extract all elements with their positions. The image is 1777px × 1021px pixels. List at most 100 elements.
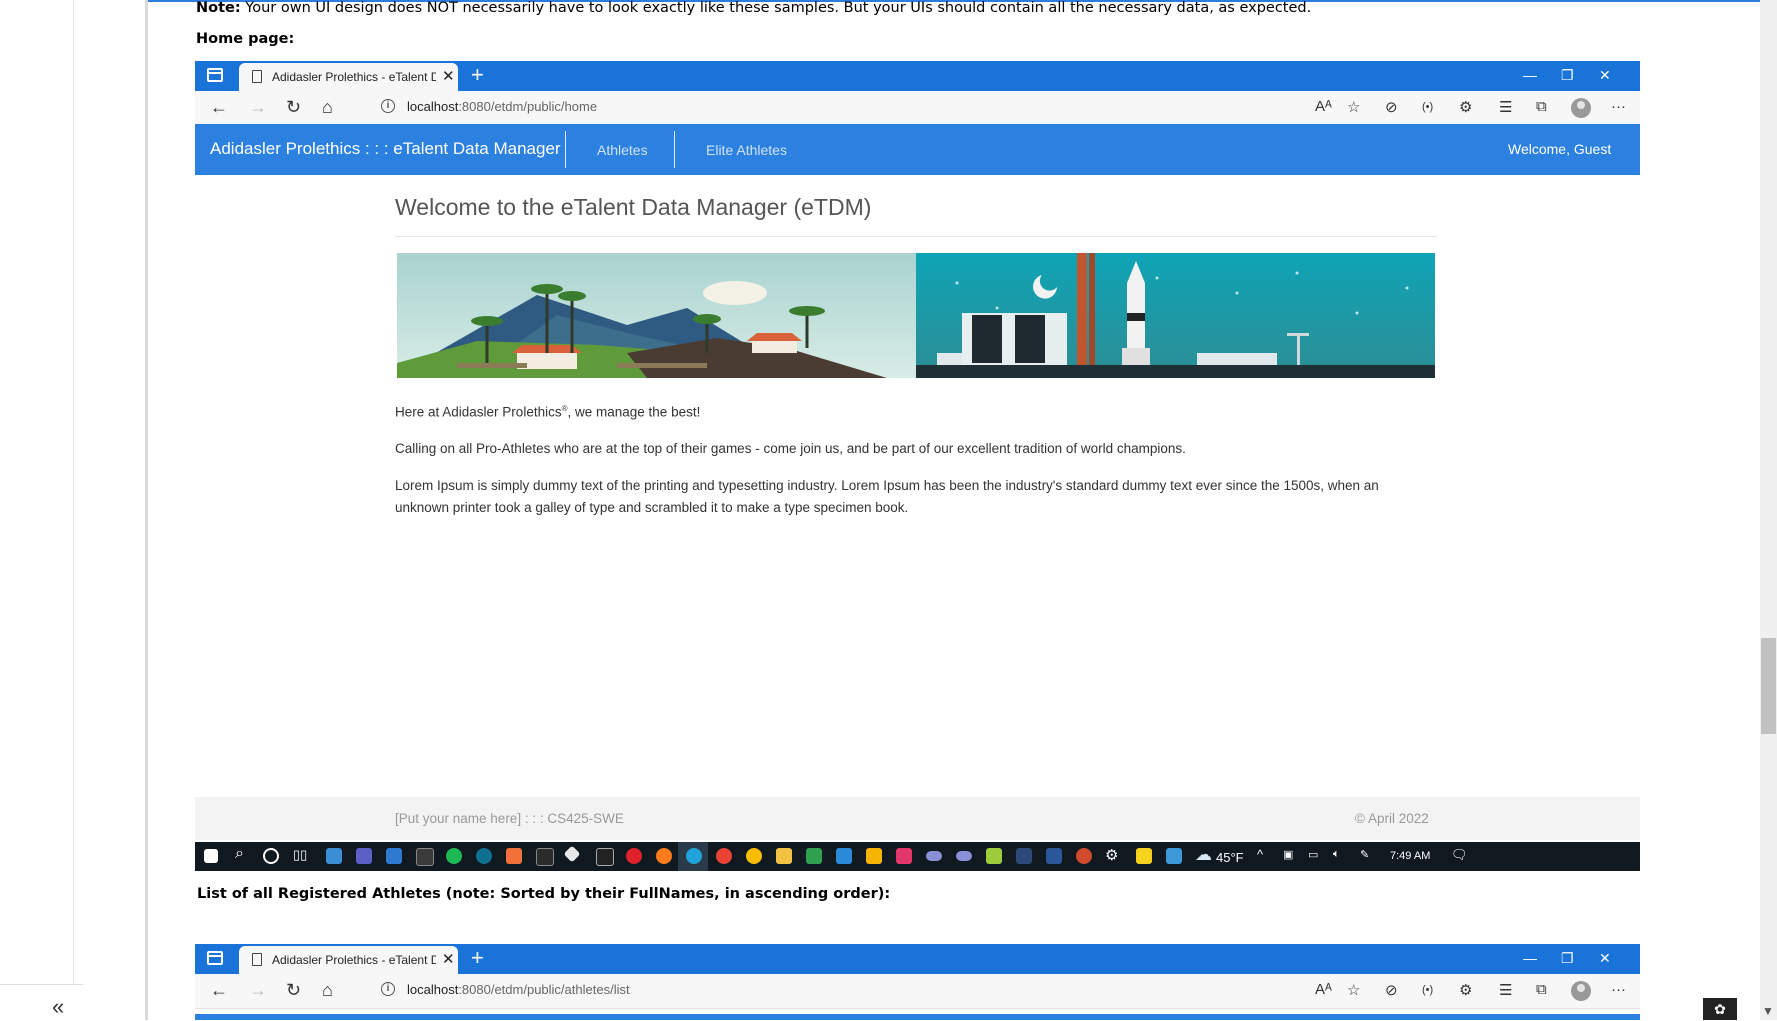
teams-icon[interactable] — [356, 848, 372, 864]
back-icon[interactable]: ← — [210, 980, 228, 1001]
profile-avatar[interactable] — [1571, 981, 1591, 1001]
powershell-icon[interactable] — [536, 848, 554, 866]
profile-avatar[interactable] — [1571, 98, 1591, 118]
intellij-icon[interactable] — [896, 848, 912, 864]
opera-icon[interactable] — [626, 848, 642, 864]
cortana-icon[interactable] — [263, 848, 279, 864]
spotify-icon[interactable] — [446, 848, 462, 864]
nav-elite-athletes-link[interactable]: Elite Athletes — [706, 142, 787, 158]
intro-text-end: , we manage the best! — [567, 404, 701, 420]
scrollbar-thumb[interactable] — [1761, 638, 1776, 734]
chrome-canary-icon[interactable] — [746, 848, 762, 864]
minimize-icon[interactable]: — — [1523, 67, 1537, 83]
tab-close-icon[interactable]: ✕ — [442, 67, 455, 85]
app-icon-9[interactable] — [1166, 848, 1182, 864]
vscode-icon[interactable] — [836, 848, 852, 864]
address-bar[interactable]: i localhost:8080/etdm/public/home — [373, 95, 1423, 121]
close-window-icon[interactable]: ✕ — [1599, 67, 1611, 84]
favorite-add-icon[interactable]: ☆ — [1347, 98, 1360, 116]
welcome-user[interactable]: Welcome, Guest — [1508, 141, 1611, 157]
chrome-icon[interactable] — [716, 848, 732, 864]
volume-icon[interactable]: 🔈︎ — [1333, 848, 1340, 861]
page-scrollbar[interactable] — [1760, 0, 1777, 1020]
collapse-panel-icon[interactable]: « — [52, 994, 64, 1020]
git-icon[interactable] — [563, 845, 581, 863]
app-icon-6[interactable] — [956, 851, 972, 861]
close-window-icon[interactable]: ✕ — [1599, 950, 1611, 967]
more-menu-icon[interactable]: ··· — [1611, 981, 1626, 998]
tab-actions-icon[interactable] — [207, 951, 223, 965]
app-icon-5[interactable] — [926, 851, 942, 861]
powerpoint-icon[interactable] — [1076, 848, 1092, 864]
extension-icon[interactable]: (•) — [1422, 984, 1433, 996]
outlook-icon[interactable] — [386, 848, 402, 864]
scroll-down-icon[interactable]: ▼ — [1762, 1004, 1774, 1018]
tray-expand-icon[interactable]: ^ — [1257, 847, 1263, 862]
app-icon-2[interactable] — [476, 848, 492, 864]
site-info-icon[interactable]: i — [381, 982, 395, 996]
new-tab-icon[interactable]: + — [471, 62, 484, 88]
home-icon[interactable]: ⌂ — [322, 980, 333, 1001]
app-icon-8[interactable] — [1016, 848, 1032, 864]
collections-icon[interactable]: ⧉ — [1536, 98, 1547, 115]
file-explorer-icon[interactable] — [776, 848, 792, 864]
tab-actions-icon[interactable] — [207, 68, 223, 82]
settings-icon[interactable]: ⚙ — [1105, 846, 1118, 864]
refresh-icon[interactable]: ↻ — [286, 97, 301, 118]
refresh-icon[interactable]: ↻ — [286, 980, 301, 1001]
app-icon-3[interactable] — [506, 848, 522, 864]
tab-close-icon[interactable]: ✕ — [442, 950, 455, 968]
home-icon[interactable]: ⌂ — [322, 97, 333, 118]
restore-icon[interactable]: ❐ — [1561, 67, 1574, 84]
pen-icon[interactable]: ✎ — [1360, 848, 1369, 861]
back-icon[interactable]: ← — [210, 97, 228, 118]
weather-temp[interactable]: 45°F — [1216, 850, 1244, 865]
windows-taskbar: ⌕ ▯▯ ⚙ ☁ 45°F ^ ▣ ▭ 🔈︎ ✎ 7:49 AM 🗨︎ — [195, 842, 1640, 871]
task-view-icon[interactable]: ▯▯ — [293, 847, 307, 863]
collections-icon[interactable]: ⧉ — [1536, 981, 1547, 998]
firefox-icon[interactable] — [656, 848, 672, 864]
terminal-icon[interactable] — [416, 848, 434, 866]
edge-icon[interactable] — [686, 848, 702, 864]
read-aloud-icon[interactable]: Aᴬ — [1315, 981, 1332, 998]
address-bar[interactable]: i localhost:8080/etdm/public/athletes/li… — [373, 978, 1423, 1004]
word-icon[interactable] — [1046, 848, 1062, 864]
forward-icon[interactable]: → — [249, 980, 267, 1001]
nav-athletes-link[interactable]: Athletes — [597, 142, 648, 158]
page-heading: Welcome to the eTalent Data Manager (eTD… — [395, 194, 872, 220]
clock[interactable]: 7:49 AM — [1390, 850, 1430, 862]
extensions-icon[interactable]: ⚙ — [1459, 98, 1472, 116]
favorites-icon[interactable]: ☰ — [1499, 981, 1512, 999]
browser-tab[interactable]: Adidasler Prolethics - eTalent Da ✕ — [239, 946, 458, 974]
tray-app-icon[interactable]: ▣ — [1283, 848, 1293, 861]
sticky-notes-icon[interactable] — [1136, 848, 1152, 864]
browser-tab[interactable]: Adidasler Prolethics - eTalent Da ✕ — [239, 63, 458, 91]
weather-icon[interactable]: ☁ — [1195, 845, 1212, 865]
feedback-icon[interactable]: ✿ — [1703, 998, 1737, 1020]
extensions-icon[interactable]: ⚙ — [1459, 981, 1472, 999]
tracking-icon[interactable]: ⊘ — [1385, 981, 1398, 999]
minimize-icon[interactable]: — — [1523, 950, 1537, 966]
site-info-icon[interactable]: i — [381, 99, 395, 113]
app-brand[interactable]: Adidasler Prolethics : : : eTalent Data … — [210, 139, 561, 159]
new-tab-icon[interactable]: + — [471, 945, 484, 971]
extension-icon[interactable]: (•) — [1422, 101, 1433, 113]
browser-titlebar: Adidasler Prolethics - eTalent Da ✕ + — … — [195, 944, 1640, 974]
vs-icon-green[interactable] — [806, 848, 822, 864]
app-icon-7[interactable] — [986, 848, 1002, 864]
banner-image — [397, 253, 1435, 378]
battery-icon[interactable]: ▭ — [1308, 848, 1318, 861]
forward-icon[interactable]: → — [249, 97, 267, 118]
cmd-icon[interactable] — [596, 848, 614, 866]
search-icon[interactable]: ⌕ — [235, 845, 244, 863]
app-icon-4[interactable] — [866, 848, 882, 864]
notifications-icon[interactable]: 🗨︎ — [1451, 847, 1468, 863]
windows-start-icon[interactable] — [204, 849, 218, 863]
app-icon-1[interactable] — [326, 848, 342, 864]
favorite-add-icon[interactable]: ☆ — [1347, 981, 1360, 999]
tracking-icon[interactable]: ⊘ — [1385, 98, 1398, 116]
restore-icon[interactable]: ❐ — [1561, 950, 1574, 967]
more-menu-icon[interactable]: ··· — [1611, 98, 1626, 115]
favorites-icon[interactable]: ☰ — [1499, 98, 1512, 116]
read-aloud-icon[interactable]: Aᴬ — [1315, 98, 1332, 115]
